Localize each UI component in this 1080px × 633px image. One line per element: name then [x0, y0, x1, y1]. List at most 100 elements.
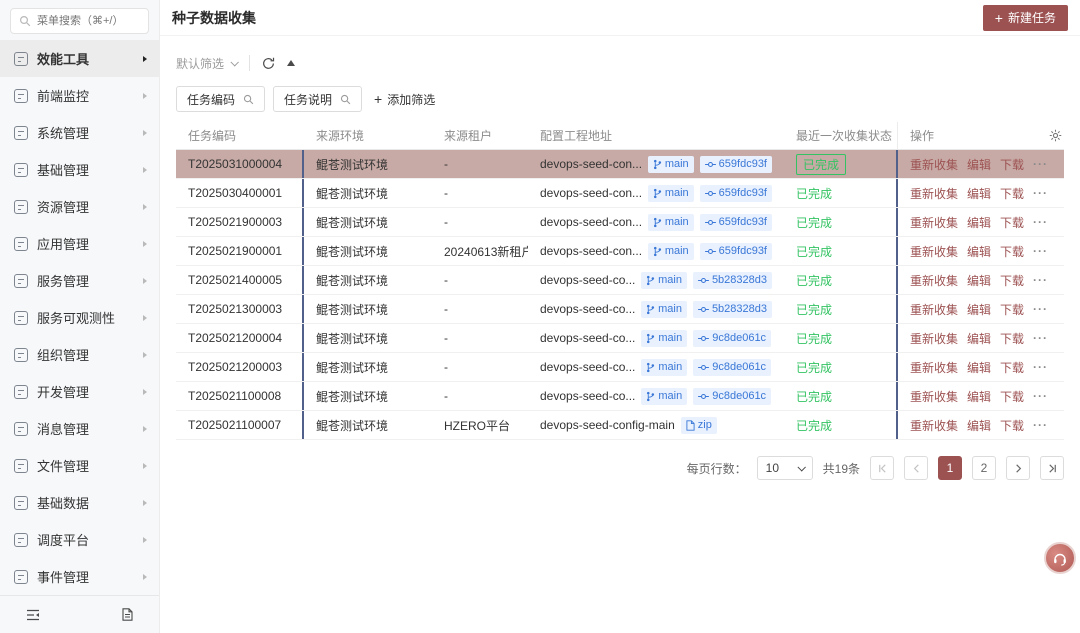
more-actions-icon[interactable]: ···: [1033, 215, 1048, 229]
table-row[interactable]: T2025021900003 鲲苍测试环境 - devops-seed-con.…: [176, 208, 1064, 237]
sidebar-item-service-observability[interactable]: 服务可观测性: [0, 299, 159, 336]
action-edit[interactable]: 编辑: [967, 156, 991, 173]
action-download[interactable]: 下载: [1000, 156, 1024, 173]
sidebar-item-app-mgmt[interactable]: 应用管理: [0, 225, 159, 262]
more-actions-icon[interactable]: ···: [1033, 186, 1048, 200]
action-download[interactable]: 下载: [1000, 243, 1024, 260]
page-button-1[interactable]: 1: [938, 456, 962, 480]
first-page-button[interactable]: [870, 456, 894, 480]
sidebar-item-basic-data[interactable]: 基础数据: [0, 484, 159, 521]
filter-chip-task-desc[interactable]: 任务说明: [273, 86, 362, 112]
action-download[interactable]: 下载: [1000, 388, 1024, 405]
action-download[interactable]: 下载: [1000, 417, 1024, 434]
commit-badge[interactable]: 9c8de061c: [693, 388, 771, 405]
page-button-2[interactable]: 2: [972, 456, 996, 480]
sidebar-item-dev-mgmt[interactable]: 开发管理: [0, 373, 159, 410]
next-page-button[interactable]: [1006, 456, 1030, 480]
preset-filter-dropdown[interactable]: 默认筛选: [176, 55, 237, 72]
filter-chip-task-code[interactable]: 任务编码: [176, 86, 265, 112]
more-actions-icon[interactable]: ···: [1033, 273, 1048, 287]
action-recollect[interactable]: 重新收集: [910, 185, 958, 202]
sidebar-item-performance-tools[interactable]: 效能工具: [0, 40, 159, 77]
commit-badge[interactable]: 659fdc93f: [700, 185, 772, 202]
table-row[interactable]: T2025031000004 鲲苍测试环境 - devops-seed-con.…: [176, 150, 1064, 179]
last-page-button[interactable]: [1040, 456, 1064, 480]
table-row[interactable]: T2025021300003 鲲苍测试环境 - devops-seed-co..…: [176, 295, 1064, 324]
action-edit[interactable]: 编辑: [967, 330, 991, 347]
more-actions-icon[interactable]: ···: [1033, 157, 1048, 171]
branch-badge[interactable]: main: [641, 301, 687, 318]
more-actions-icon[interactable]: ···: [1033, 331, 1048, 345]
action-download[interactable]: 下载: [1000, 330, 1024, 347]
action-edit[interactable]: 编辑: [967, 214, 991, 231]
menu-search[interactable]: [10, 8, 149, 34]
prev-page-button[interactable]: [904, 456, 928, 480]
commit-badge[interactable]: 5b28328d3: [693, 301, 772, 318]
sidebar-item-schedule-platform[interactable]: 调度平台: [0, 521, 159, 558]
new-task-button[interactable]: + 新建任务: [983, 5, 1068, 31]
action-edit[interactable]: 编辑: [967, 388, 991, 405]
action-download[interactable]: 下载: [1000, 214, 1024, 231]
commit-badge[interactable]: 9c8de061c: [693, 359, 771, 376]
action-recollect[interactable]: 重新收集: [910, 359, 958, 376]
more-actions-icon[interactable]: ···: [1033, 302, 1048, 316]
action-edit[interactable]: 编辑: [967, 272, 991, 289]
more-actions-icon[interactable]: ···: [1033, 418, 1048, 432]
table-row[interactable]: T2025021100007 鲲苍测试环境 HZERO平台 devops-see…: [176, 411, 1064, 440]
zip-badge[interactable]: zip: [681, 417, 717, 434]
collapse-sidebar-icon[interactable]: [26, 609, 40, 621]
action-edit[interactable]: 编辑: [967, 185, 991, 202]
more-actions-icon[interactable]: ···: [1033, 244, 1048, 258]
action-edit[interactable]: 编辑: [967, 243, 991, 260]
commit-badge[interactable]: 659fdc93f: [700, 214, 772, 231]
branch-badge[interactable]: main: [641, 330, 687, 347]
action-recollect[interactable]: 重新收集: [910, 156, 958, 173]
table-settings-gear-icon[interactable]: [1049, 129, 1062, 142]
table-row[interactable]: T2025021200004 鲲苍测试环境 - devops-seed-co..…: [176, 324, 1064, 353]
branch-badge[interactable]: main: [641, 388, 687, 405]
table-row[interactable]: T2025021100008 鲲苍测试环境 - devops-seed-co..…: [176, 382, 1064, 411]
table-row[interactable]: T2025021400005 鲲苍测试环境 - devops-seed-co..…: [176, 266, 1064, 295]
action-download[interactable]: 下载: [1000, 359, 1024, 376]
commit-badge[interactable]: 659fdc93f: [700, 243, 772, 260]
branch-badge[interactable]: main: [648, 185, 694, 202]
commit-badge[interactable]: 659fdc93f: [700, 156, 772, 173]
branch-badge[interactable]: main: [648, 156, 694, 173]
rows-per-page-select[interactable]: 10: [757, 456, 813, 480]
commit-badge[interactable]: 9c8de061c: [693, 330, 771, 347]
more-actions-icon[interactable]: ···: [1033, 360, 1048, 374]
refresh-icon[interactable]: [262, 57, 275, 70]
table-row[interactable]: T2025021900001 鲲苍测试环境 20240613新租户 devops…: [176, 237, 1064, 266]
action-recollect[interactable]: 重新收集: [910, 243, 958, 260]
collapse-filter-icon[interactable]: [287, 60, 295, 66]
action-edit[interactable]: 编辑: [967, 301, 991, 318]
sidebar-item-event-mgmt[interactable]: 事件管理: [0, 558, 159, 595]
table-row[interactable]: T2025030400001 鲲苍测试环境 - devops-seed-con.…: [176, 179, 1064, 208]
action-download[interactable]: 下载: [1000, 301, 1024, 318]
sidebar-item-file-mgmt[interactable]: 文件管理: [0, 447, 159, 484]
action-recollect[interactable]: 重新收集: [910, 214, 958, 231]
sidebar-item-basic-mgmt[interactable]: 基础管理: [0, 151, 159, 188]
sidebar-item-frontend-monitor[interactable]: 前端监控: [0, 77, 159, 114]
more-actions-icon[interactable]: ···: [1033, 389, 1048, 403]
sidebar-item-resource-mgmt[interactable]: 资源管理: [0, 188, 159, 225]
sidebar-item-message-mgmt[interactable]: 消息管理: [0, 410, 159, 447]
add-filter-button[interactable]: + 添加筛选: [374, 91, 435, 108]
action-recollect[interactable]: 重新收集: [910, 301, 958, 318]
action-recollect[interactable]: 重新收集: [910, 330, 958, 347]
branch-badge[interactable]: main: [641, 359, 687, 376]
action-recollect[interactable]: 重新收集: [910, 388, 958, 405]
action-edit[interactable]: 编辑: [967, 417, 991, 434]
sidebar-item-service-mgmt[interactable]: 服务管理: [0, 262, 159, 299]
action-recollect[interactable]: 重新收集: [910, 272, 958, 289]
action-download[interactable]: 下载: [1000, 185, 1024, 202]
branch-badge[interactable]: main: [641, 272, 687, 289]
document-icon[interactable]: [122, 608, 133, 621]
action-recollect[interactable]: 重新收集: [910, 417, 958, 434]
action-download[interactable]: 下载: [1000, 272, 1024, 289]
table-row[interactable]: T2025021200003 鲲苍测试环境 - devops-seed-co..…: [176, 353, 1064, 382]
customer-service-button[interactable]: [1044, 542, 1076, 574]
menu-search-input[interactable]: [37, 15, 140, 27]
action-edit[interactable]: 编辑: [967, 359, 991, 376]
commit-badge[interactable]: 5b28328d3: [693, 272, 772, 289]
